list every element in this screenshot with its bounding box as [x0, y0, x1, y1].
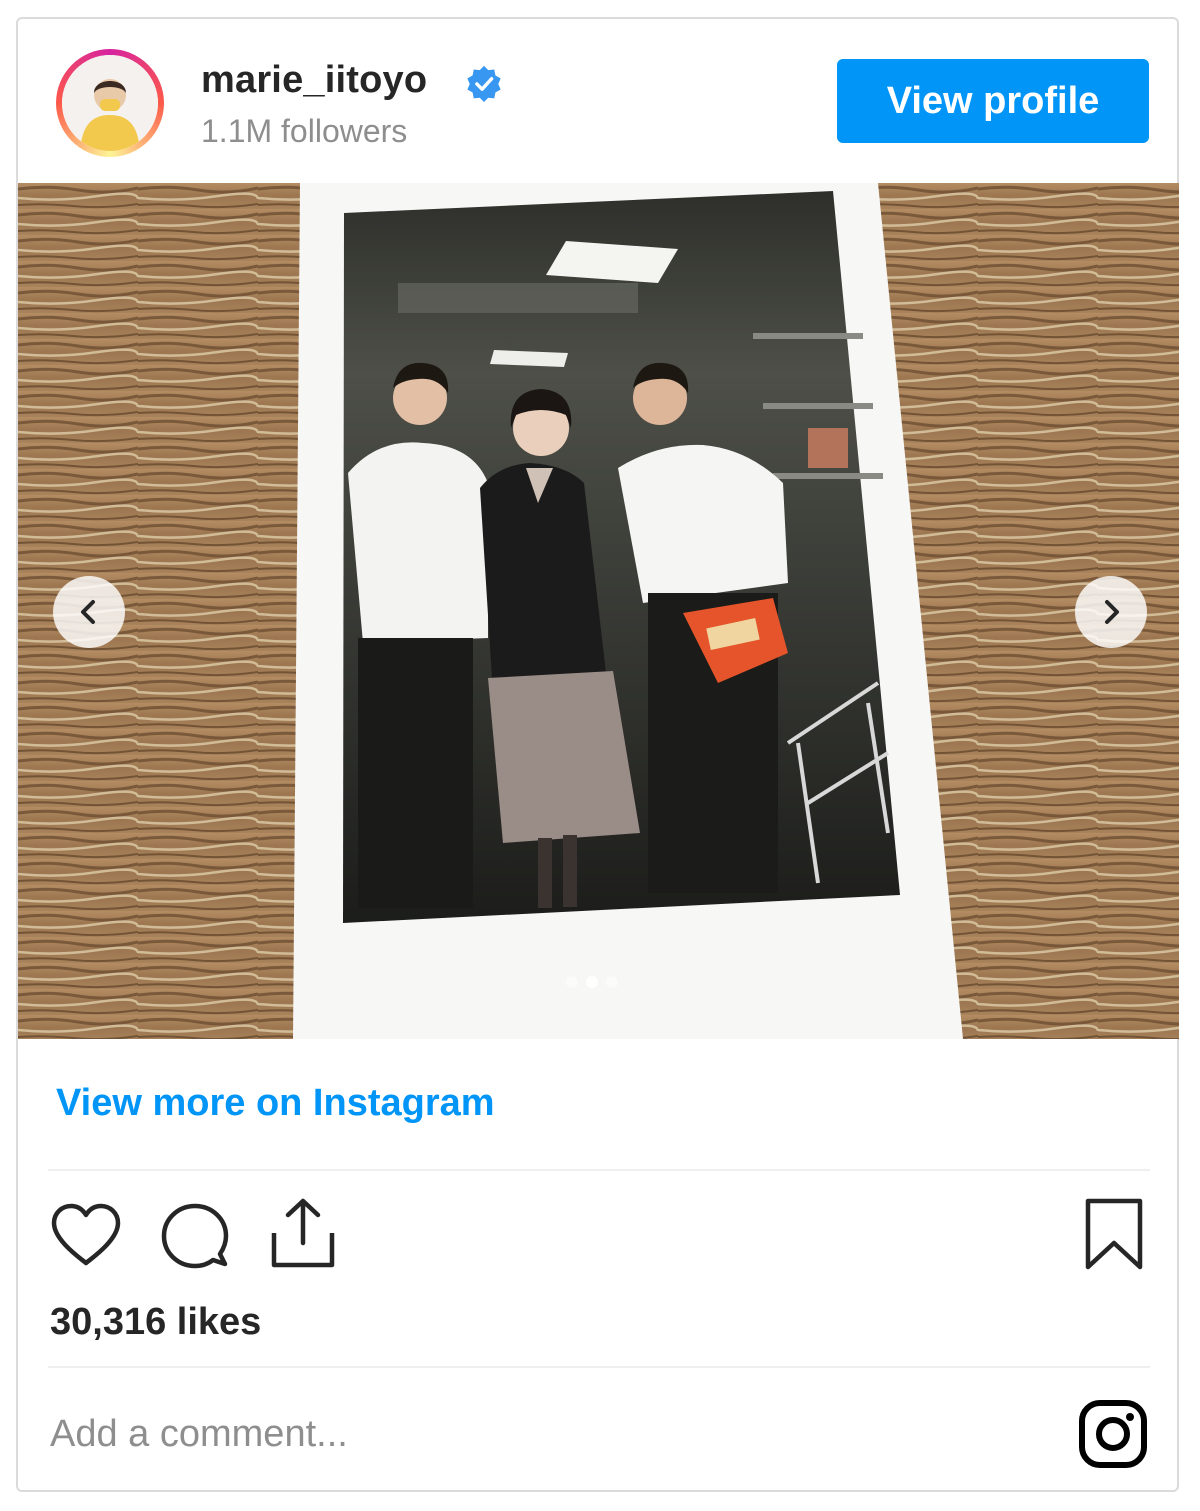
verified-badge-icon	[467, 65, 501, 102]
view-profile-button[interactable]: View profile	[837, 59, 1149, 143]
post-photo	[18, 183, 1179, 1039]
post-media[interactable]	[18, 183, 1179, 1039]
carousel-dot	[566, 976, 578, 988]
avatar-story-ring[interactable]	[56, 49, 164, 157]
chevron-right-icon	[1105, 600, 1119, 624]
like-count[interactable]: 30,316 likes	[50, 1301, 261, 1344]
carousel-indicator	[566, 976, 618, 988]
carousel-dot	[606, 976, 618, 988]
instagram-embed-card: marie_iitoyo 1.1M followers View profile	[16, 17, 1179, 1492]
carousel-next-button[interactable]	[1075, 576, 1147, 648]
divider	[48, 1169, 1150, 1171]
comment-input[interactable]	[50, 1404, 1030, 1464]
bookmark-icon[interactable]	[1084, 1197, 1144, 1271]
username[interactable]: marie_iitoyo	[201, 59, 427, 102]
comment-icon[interactable]	[160, 1202, 230, 1272]
avatar-image	[62, 55, 158, 151]
follower-count: 1.1M followers	[201, 113, 408, 149]
instagram-logo-icon[interactable]	[1078, 1399, 1148, 1469]
view-more-link[interactable]: View more on Instagram	[56, 1082, 495, 1125]
divider	[48, 1366, 1150, 1368]
share-icon[interactable]	[270, 1197, 336, 1269]
heart-icon[interactable]	[50, 1202, 122, 1268]
carousel-prev-button[interactable]	[53, 576, 125, 648]
chevron-left-icon	[81, 600, 95, 624]
carousel-dot-active	[586, 976, 598, 988]
avatar[interactable]	[62, 55, 158, 151]
